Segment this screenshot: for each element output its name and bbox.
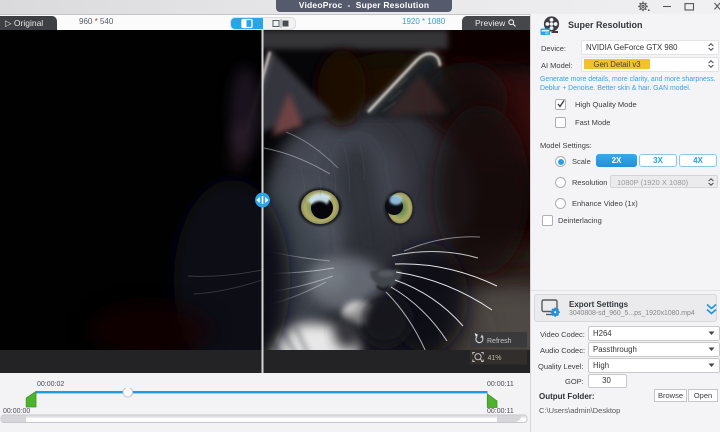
svg-text:41%: 41% [488, 355, 502, 362]
svg-text:Refresh: Refresh [487, 338, 512, 345]
